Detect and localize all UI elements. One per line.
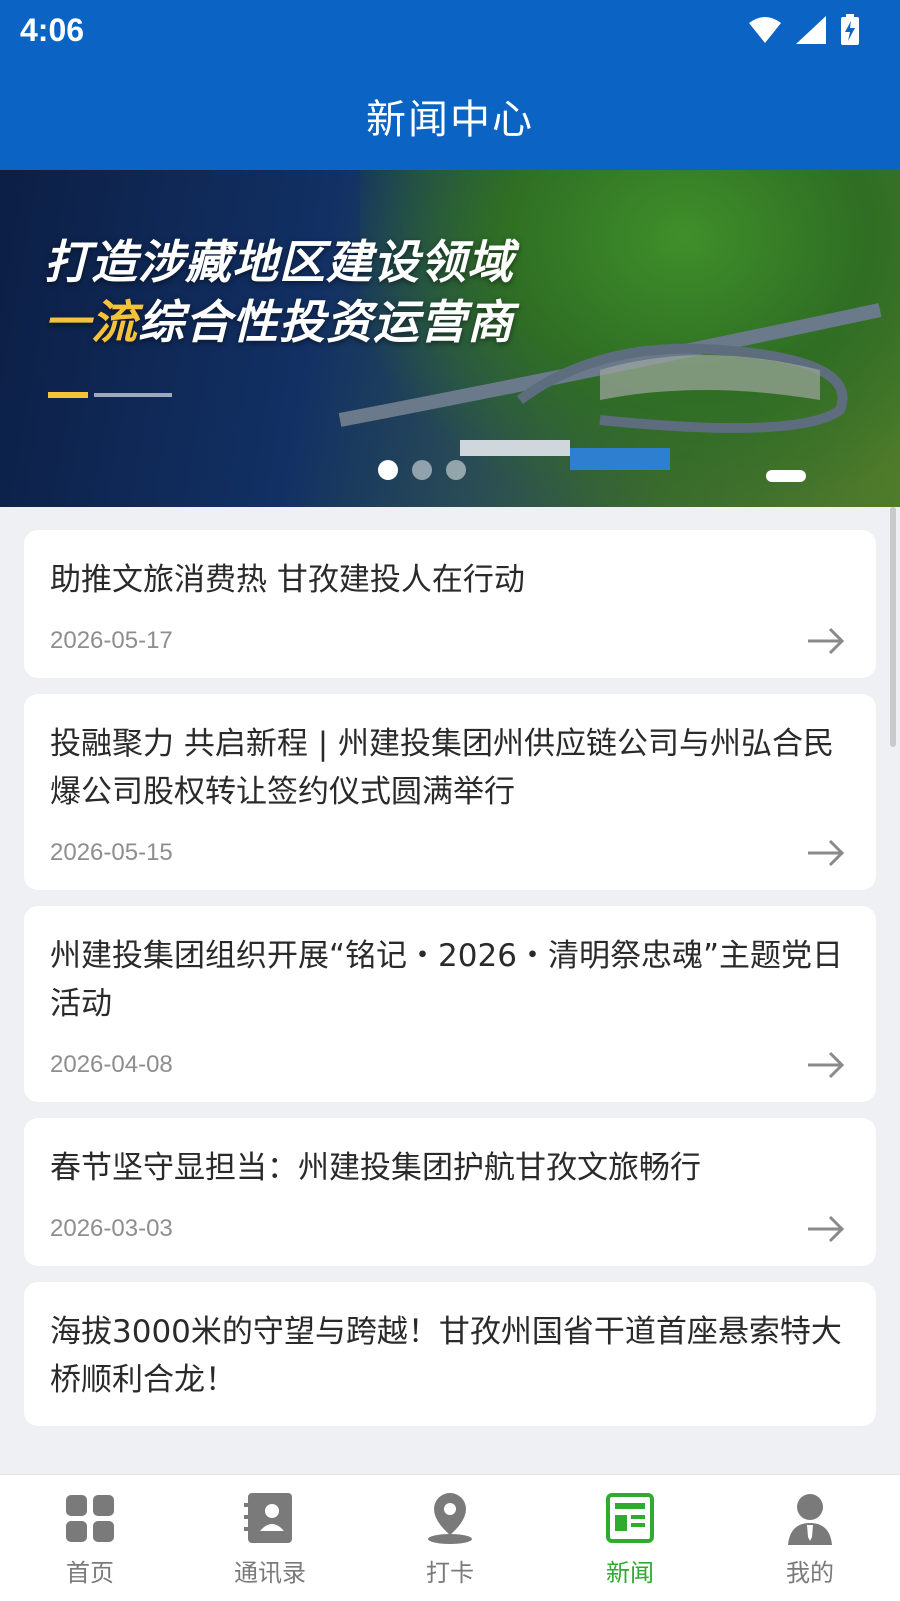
tab-label: 通讯录: [234, 1559, 306, 1587]
news-date: 2026-05-15: [50, 839, 173, 866]
battery-charging-icon: [841, 14, 859, 45]
location-pin-icon: [428, 1493, 472, 1544]
news-list: 助推文旅消费热 甘孜建投人在行动 2026-05-17 投融聚力 共启新程 | …: [24, 530, 876, 1442]
news-date: 2026-04-08: [50, 1051, 173, 1078]
news-card[interactable]: 投融聚力 共启新程 | 州建投集团州供应链公司与州弘合民爆公司股权转让签约仪式圆…: [24, 694, 876, 890]
status-bar: 4:06: [0, 0, 900, 62]
news-title: 州建投集团组织开展“铭记・2026・清明祭忠魂”主题党日活动: [50, 938, 844, 1022]
carousel-dot[interactable]: [378, 460, 398, 480]
banner-slogan-line2-rest: 综合性投资运营商: [138, 295, 514, 349]
carousel-dot[interactable]: [412, 460, 432, 480]
contacts-icon: [244, 1493, 292, 1543]
app-bar: 新闻中心: [0, 62, 900, 170]
tab-label: 首页: [66, 1559, 114, 1587]
tab-label: 新闻: [606, 1559, 654, 1587]
carousel-dot[interactable]: [446, 460, 466, 480]
arrow-right-icon[interactable]: [806, 1050, 846, 1080]
news-title: 春节坚守显担当：州建投集团护航甘孜文旅畅行: [50, 1150, 701, 1186]
bottom-tab-bar: 首页 通讯录 打卡 新闻 我的: [0, 1474, 900, 1601]
arrow-right-icon[interactable]: [806, 1214, 846, 1244]
carousel-pill-indicator: [766, 470, 806, 482]
carousel-indicator: [378, 460, 466, 480]
news-card[interactable]: 春节坚守显担当：州建投集团护航甘孜文旅畅行 2026-03-03: [24, 1118, 876, 1266]
tab-news[interactable]: 新闻: [540, 1475, 720, 1601]
status-time: 4:06: [20, 12, 85, 48]
tab-checkin[interactable]: 打卡: [360, 1475, 540, 1601]
wifi-icon: [749, 17, 781, 43]
news-date: 2026-05-17: [50, 627, 173, 654]
news-card[interactable]: 海拔3000米的守望与跨越！甘孜州国省干道首座悬索特大桥顺利合龙！: [24, 1282, 876, 1426]
grid-icon: [66, 1495, 114, 1542]
tab-home[interactable]: 首页: [0, 1475, 180, 1601]
tab-label: 我的: [786, 1559, 834, 1587]
news-title: 海拔3000米的守望与跨越！甘孜州国省干道首座悬索特大桥顺利合龙！: [50, 1314, 842, 1398]
tab-profile[interactable]: 我的: [720, 1475, 900, 1601]
news-card[interactable]: 助推文旅消费热 甘孜建投人在行动 2026-05-17: [24, 530, 876, 678]
tab-contacts[interactable]: 通讯录: [180, 1475, 360, 1601]
news-title: 投融聚力 共启新程 | 州建投集团州供应链公司与州弘合民爆公司股权转让签约仪式圆…: [50, 726, 835, 810]
banner-slogan-accent: 一流: [44, 295, 138, 349]
banner-slogan-line1: 打造涉藏地区建设领域: [44, 235, 514, 289]
news-title: 助推文旅消费热 甘孜建投人在行动: [50, 562, 525, 598]
arrow-right-icon[interactable]: [806, 626, 846, 656]
status-icons: [748, 14, 860, 46]
news-icon: [606, 1493, 654, 1543]
banner-swoosh-decoration: [48, 392, 172, 398]
scrollbar[interactable]: [890, 507, 896, 747]
tab-label: 打卡: [426, 1559, 474, 1587]
cellular-signal-icon: [796, 16, 826, 44]
banner-carousel[interactable]: 打造涉藏地区建设领域 一流综合性投资运营商: [0, 170, 900, 507]
arrow-right-icon[interactable]: [806, 838, 846, 868]
profile-icon: [788, 1494, 832, 1545]
news-date: 2026-03-03: [50, 1215, 173, 1242]
news-card[interactable]: 州建投集团组织开展“铭记・2026・清明祭忠魂”主题党日活动 2026-04-0…: [24, 906, 876, 1102]
page-title: 新闻中心: [366, 97, 534, 143]
banner-slogan: 打造涉藏地区建设领域 一流综合性投资运营商: [44, 232, 514, 352]
banner-slogan-line2: 一流综合性投资运营商: [44, 292, 514, 352]
